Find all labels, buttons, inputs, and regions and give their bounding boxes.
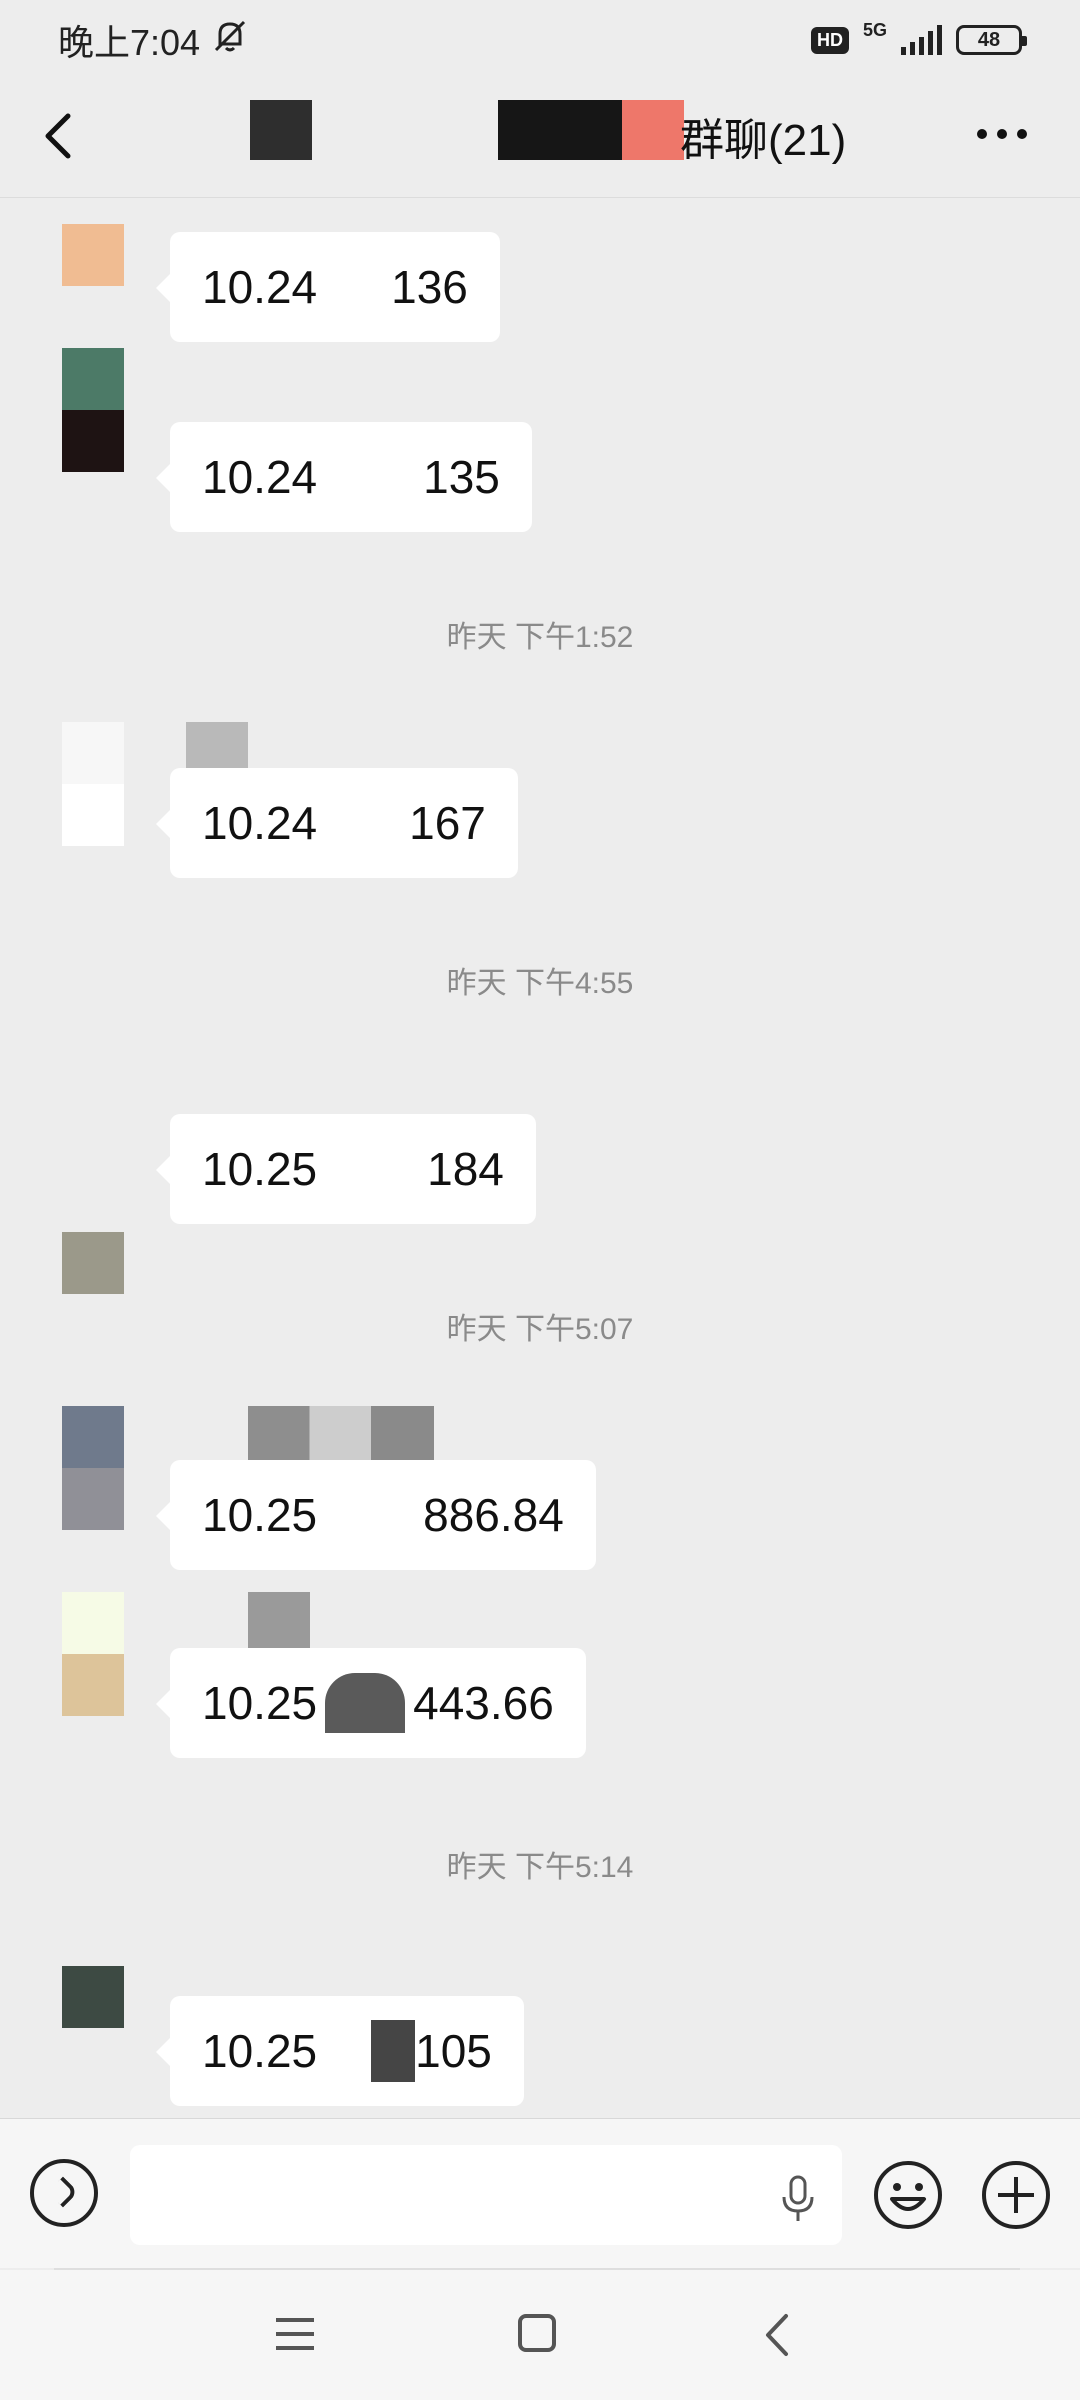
avatar[interactable]: [62, 722, 124, 846]
title-redaction-1: [250, 100, 312, 160]
title-redaction-3: [622, 100, 684, 160]
message-timestamp: 昨天 下午5:07: [446, 1313, 634, 1346]
message-bubble[interactable]: 10.24 135: [156, 422, 532, 532]
message-date: 10.24: [202, 261, 318, 313]
network-type: 5G: [862, 20, 887, 40]
message-bubble[interactable]: 10.25 184: [156, 1114, 536, 1224]
message-amount: 136: [391, 261, 468, 313]
message-amount: 135: [423, 451, 500, 503]
avatar-fill: [62, 224, 124, 286]
message-bubble[interactable]: 10.24 167: [156, 768, 518, 878]
hd-badge: HD: [810, 26, 849, 54]
message-date: 10.25: [202, 2025, 318, 2077]
message-timestamp: 昨天 下午4:55: [446, 967, 634, 1000]
microphone-icon[interactable]: [780, 2175, 816, 2223]
home-square-icon[interactable]: [518, 2314, 556, 2352]
message-bubble[interactable]: 10.25 443.66: [156, 1648, 586, 1758]
status-time: 晚上7:04: [58, 22, 201, 63]
message-input[interactable]: [130, 2145, 842, 2245]
avatar[interactable]: [62, 224, 124, 286]
message-date: 10.25: [202, 1489, 318, 1541]
bell-muted-icon: [210, 16, 250, 65]
message-date: 10.24: [202, 797, 318, 849]
plus-icon: [982, 2161, 1050, 2229]
message-amount: 184: [427, 1143, 504, 1195]
message-input-bar: [0, 2118, 1080, 2268]
message-timestamp: 昨天 下午1:52: [446, 621, 634, 654]
message-bubble[interactable]: 10.24 136: [156, 232, 500, 342]
title-redaction-2: [498, 100, 622, 160]
avatar-fill: [62, 1406, 124, 1468]
message-bubble[interactable]: 10.25 886.84: [156, 1460, 596, 1570]
more-options-button[interactable]: [976, 104, 1028, 176]
status-bar: 晚上7:04 HD 5G 48: [0, 0, 1080, 80]
avatar[interactable]: [62, 1406, 124, 1530]
message-date: 10.25: [202, 1143, 318, 1195]
chevron-left-icon: [45, 113, 71, 159]
emoji-icon: [874, 2161, 942, 2229]
page-title: 群聊(21): [680, 116, 847, 165]
avatar[interactable]: [62, 1232, 124, 1294]
system-nav-bar: [0, 2270, 1080, 2400]
sender-name-redaction: [248, 1592, 310, 1652]
avatar-fill: [62, 1592, 124, 1654]
message-amount: 105: [415, 2025, 492, 2077]
emoji-button[interactable]: [872, 2159, 944, 2231]
message-amount: 443.66: [413, 1677, 554, 1729]
chat-message-list[interactable]: 10.24 136 10.24 135 昨天 下午1:52 10.24 167 …: [0, 198, 1080, 2118]
avatar-fill: [62, 410, 124, 472]
voice-toggle-button[interactable]: [30, 2159, 98, 2227]
menu-icon[interactable]: [274, 2316, 316, 2352]
avatar[interactable]: [62, 348, 124, 472]
avatar-fill: [62, 1468, 124, 1530]
back-button[interactable]: [38, 108, 98, 168]
message-date: 10.25: [202, 1677, 318, 1729]
chat-header: 群聊(21): [0, 80, 1080, 198]
message-amount: 886.84: [423, 1489, 564, 1541]
message-date: 10.24: [202, 451, 318, 503]
avatar[interactable]: [62, 1966, 124, 2028]
avatar-fill: [62, 1966, 124, 2028]
back-chevron-icon[interactable]: [762, 2310, 792, 2360]
signal-icon: [901, 25, 942, 55]
avatar-fill: [62, 1654, 124, 1716]
avatar-fill: [62, 1232, 124, 1294]
avatar-fill: [62, 784, 124, 846]
more-functions-button[interactable]: [980, 2159, 1052, 2231]
avatar-fill: [62, 348, 124, 410]
battery-level: 48: [977, 28, 1001, 51]
message-bubble[interactable]: 10.25 105: [156, 1996, 524, 2106]
redaction-mark: [371, 2020, 416, 2082]
battery-icon: 48: [956, 25, 1027, 55]
avatar-fill: [62, 722, 124, 784]
more-dots-icon: [977, 129, 1027, 139]
avatar[interactable]: [62, 1592, 124, 1716]
message-timestamp: 昨天 下午5:14: [446, 1851, 634, 1884]
message-amount: 167: [409, 797, 486, 849]
redaction-mark: [325, 1673, 406, 1733]
sender-name-redaction: [248, 1406, 434, 1466]
